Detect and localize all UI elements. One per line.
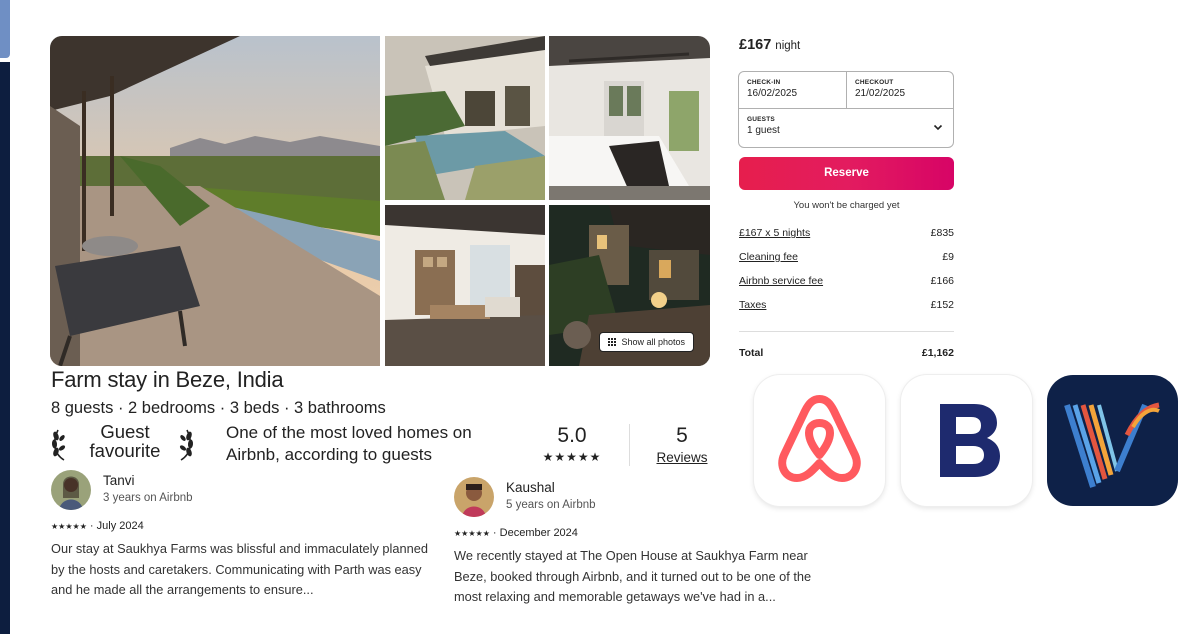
rating-divider: [629, 424, 630, 466]
booking-dates-box: CHECK-IN 16/02/2025 CHECKOUT 21/02/2025 …: [738, 71, 954, 148]
pool-veranda-photo[interactable]: [50, 36, 380, 366]
price-unit: night: [775, 40, 801, 52]
fee-label[interactable]: Taxes: [739, 299, 766, 311]
fee-amount: £152: [930, 299, 954, 311]
total-row: Total £1,162: [739, 347, 954, 359]
guests-dropdown[interactable]: GUESTS 1 guest: [739, 109, 953, 147]
rating-stars: ★★★★★: [542, 450, 602, 464]
evening-courtyard-photo[interactable]: Show all photos: [549, 205, 710, 366]
booking-logo-icon[interactable]: [901, 375, 1032, 506]
vrbo-logo-icon[interactable]: [1047, 375, 1178, 506]
listing-title: Farm stay in Beze, India: [51, 367, 284, 392]
guest-favourite-badge: Guest favourite: [50, 422, 206, 466]
show-all-photos-label: Show all photos: [621, 337, 685, 347]
fee-label[interactable]: Airbnb service fee: [739, 275, 823, 287]
show-all-photos-button[interactable]: Show all photos: [599, 332, 694, 352]
reserve-button[interactable]: Reserve: [739, 157, 954, 190]
guest-favourite-text: Guest favourite: [70, 422, 180, 460]
grid-icon: [608, 338, 617, 346]
no-charge-note: You won't be charged yet: [793, 200, 900, 211]
bedroom-photo[interactable]: [549, 36, 710, 200]
review-stars: ★★★★★: [454, 529, 490, 538]
checkout-value: 21/02/2025: [855, 88, 906, 99]
reviews-link[interactable]: Reviews: [650, 450, 714, 465]
left-edge-bar: [0, 62, 10, 634]
reviews-summary: 5 Reviews: [650, 424, 714, 465]
chevron-down-icon: [933, 124, 943, 131]
review-text: We recently stayed at The Open House at …: [454, 548, 812, 604]
fee-amount: £835: [930, 227, 954, 239]
listing-summary: 8 guests · 2 bedrooms · 3 beds · 3 bathr…: [51, 399, 386, 417]
airbnb-logo-icon[interactable]: [754, 375, 885, 506]
reviewer-tenure: 5 years on Airbnb: [506, 499, 596, 511]
laurel-right-icon: [179, 429, 194, 461]
fee-label[interactable]: Cleaning fee: [739, 251, 798, 263]
avatar[interactable]: [454, 477, 494, 517]
reviewer-name: Kaushal: [506, 480, 555, 495]
checkin-field[interactable]: CHECK-IN 16/02/2025: [739, 72, 847, 109]
review-date-text: · December 2024: [492, 527, 578, 539]
fee-label[interactable]: £167 x 5 nights: [739, 227, 810, 239]
total-label: Total: [739, 347, 764, 359]
review-date-text: · July 2024: [89, 520, 144, 532]
rating-summary: 5.0 ★★★★★: [536, 424, 608, 464]
avatar[interactable]: [51, 470, 91, 510]
price-value: £167: [739, 37, 772, 53]
review-date: ★★★★★ · December 2024: [454, 527, 578, 539]
checkin-value: 16/02/2025: [747, 88, 798, 99]
checkout-label: CHECKOUT: [855, 79, 894, 86]
checkout-field[interactable]: CHECKOUT 21/02/2025: [847, 72, 953, 109]
living-room-photo[interactable]: [385, 205, 545, 366]
laurel-left-icon: [51, 429, 66, 461]
review-stars: ★★★★★: [51, 522, 87, 531]
guests-label: GUESTS: [747, 116, 775, 123]
left-edge-tab: [0, 0, 10, 58]
reviewer-tenure: 3 years on Airbnb: [103, 492, 193, 504]
reviewer-name: Tanvi: [103, 473, 135, 488]
nightly-price: £167 night: [739, 37, 800, 53]
badge-line-1: Guest: [100, 421, 150, 442]
review-text: Our stay at Saukhya Farms was blissful a…: [51, 541, 428, 597]
fee-amount: £166: [930, 275, 954, 287]
garden-pool-photo[interactable]: [385, 36, 545, 200]
photo-gallery: Show all photos: [50, 36, 710, 366]
most-loved-text: One of the most loved homes on Airbnb, a…: [226, 423, 472, 464]
total-divider: [739, 331, 954, 332]
fee-amount: £9: [942, 251, 954, 263]
review-date: ★★★★★ · July 2024: [51, 520, 144, 532]
rating-value: 5.0: [557, 424, 587, 447]
guests-value: 1 guest: [747, 125, 780, 136]
checkin-label: CHECK-IN: [747, 79, 781, 86]
badge-line-2: favourite: [89, 440, 161, 461]
reviews-count: 5: [676, 424, 688, 447]
total-amount: £1,162: [921, 347, 954, 359]
